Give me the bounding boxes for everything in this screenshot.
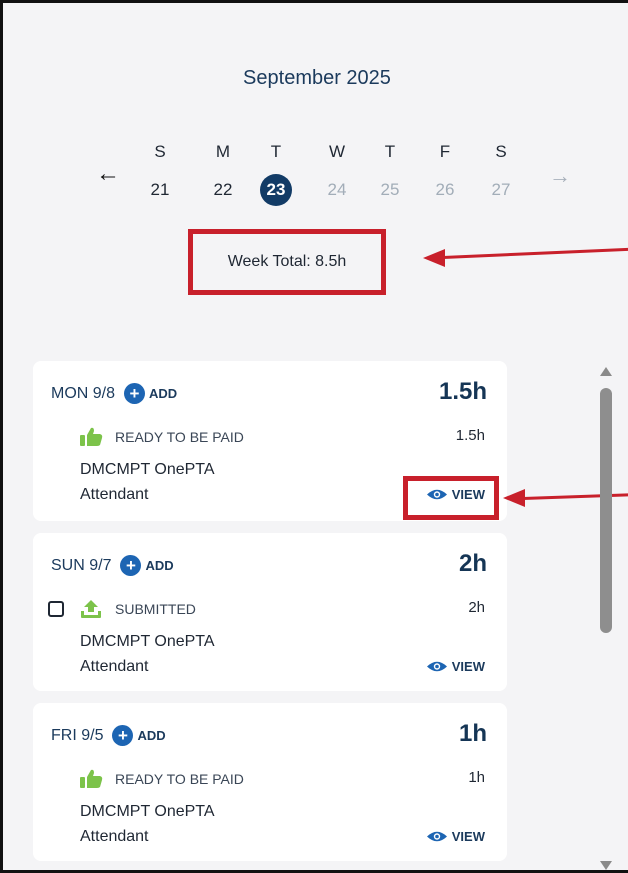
day-of-week: F <box>439 142 451 161</box>
month-label: September 2025 <box>243 67 391 89</box>
day-of-week: S <box>495 142 507 161</box>
add-button[interactable]: + ADD <box>120 555 174 576</box>
day-of-week: M <box>215 142 231 161</box>
entry-role: Attendant <box>80 486 149 503</box>
entry-hours: 2h <box>468 599 485 616</box>
day-fri-26[interactable]: F 26 <box>428 141 462 206</box>
view-label: VIEW <box>451 659 485 674</box>
scroll-up-icon[interactable] <box>600 367 612 376</box>
status-label: SUBMITTED <box>115 601 196 617</box>
view-label: VIEW <box>451 829 485 844</box>
card-total-hours: 2h <box>458 550 487 577</box>
add-button[interactable]: + ADD <box>124 383 177 404</box>
card-header: MON 9/8 + ADD <box>51 383 177 404</box>
scroll-down-icon[interactable] <box>600 861 612 870</box>
arrow-left-icon[interactable]: ← <box>95 161 121 187</box>
card-total-hours: 1h <box>458 720 487 747</box>
add-label: ADD <box>137 728 166 743</box>
view-button[interactable]: VIEW <box>426 659 485 674</box>
card-header: FRI 9/5 + ADD <box>51 725 166 746</box>
day-of-week: W <box>328 142 346 161</box>
day-number: 27 <box>491 180 511 199</box>
day-thu-25[interactable]: T 25 <box>373 141 407 206</box>
day-sun-21[interactable]: S 21 <box>143 141 177 206</box>
day-card: FRI 9/5 + ADD 1h READY TO BE PAID 1h DMC… <box>33 703 507 861</box>
plus-circle-icon: + <box>112 725 134 746</box>
day-number: 22 <box>213 180 233 199</box>
day-sat-27[interactable]: S 27 <box>484 141 518 206</box>
day-tue-23-selected[interactable]: T 23 <box>259 141 293 206</box>
entry-role: Attendant <box>80 658 149 675</box>
day-card: MON 9/8 + ADD 1.5h READY TO BE PAID 1.5h… <box>33 361 507 521</box>
thumbs-up-icon <box>80 769 103 788</box>
status-row: READY TO BE PAID <box>79 769 244 789</box>
upload-icon <box>81 600 101 618</box>
entry-name: DMCMPT OnePTA <box>80 633 215 650</box>
add-label: ADD <box>149 386 178 401</box>
thumbs-up-icon <box>80 427 103 446</box>
add-label: ADD <box>145 558 174 573</box>
month-title: September 2025 <box>3 67 628 90</box>
day-number: 21 <box>150 180 170 199</box>
card-header: SUN 9/7 + ADD <box>51 555 174 576</box>
select-checkbox[interactable] <box>48 601 64 617</box>
view-button[interactable]: VIEW <box>426 829 485 844</box>
app-frame: September 2025 ← S 21 M 22 T 23 W 24 T 2… <box>0 0 628 873</box>
day-number: 26 <box>435 180 455 199</box>
card-date: SUN 9/7 <box>51 556 112 574</box>
entry-hours: 1h <box>468 769 485 786</box>
day-card: SUN 9/7 + ADD 2h SUBMITTED 2h DMCMPT One… <box>33 533 507 691</box>
status-label: READY TO BE PAID <box>115 771 244 787</box>
entry-hours: 1.5h <box>455 427 485 444</box>
status-label: READY TO BE PAID <box>115 429 244 445</box>
week-total: Week Total: 8.5h <box>227 253 347 270</box>
plus-circle-icon: + <box>124 383 146 404</box>
entry-name: DMCMPT OnePTA <box>80 803 215 820</box>
day-mon-22[interactable]: M 22 <box>206 141 240 206</box>
day-number: 24 <box>327 180 347 199</box>
status-row: READY TO BE PAID <box>79 427 244 447</box>
add-button[interactable]: + ADD <box>112 725 166 746</box>
day-number: 25 <box>380 180 400 199</box>
entry-name: DMCMPT OnePTA <box>80 461 215 478</box>
scrollbar[interactable] <box>595 361 617 870</box>
day-of-week: T <box>384 142 396 161</box>
day-number: 23 <box>260 174 292 206</box>
arrow-right-icon[interactable]: → <box>547 163 573 189</box>
card-total-hours: 1.5h <box>438 378 487 405</box>
day-of-week: S <box>154 142 166 161</box>
card-date: MON 9/8 <box>51 384 116 402</box>
day-of-week: T <box>270 142 282 161</box>
entry-role: Attendant <box>80 828 149 845</box>
week-total-highlight: Week Total: 8.5h <box>188 229 386 295</box>
week-selector: ← S 21 M 22 T 23 W 24 T 25 F 26 S 27 → <box>3 141 628 221</box>
eye-icon <box>426 661 447 672</box>
status-row: SUBMITTED <box>79 599 196 619</box>
day-wed-24[interactable]: W 24 <box>320 141 354 206</box>
eye-icon <box>426 831 447 842</box>
card-date: FRI 9/5 <box>51 726 104 744</box>
plus-circle-icon: + <box>120 555 142 576</box>
scroll-thumb[interactable] <box>600 388 612 633</box>
view-highlight-box <box>403 476 499 520</box>
